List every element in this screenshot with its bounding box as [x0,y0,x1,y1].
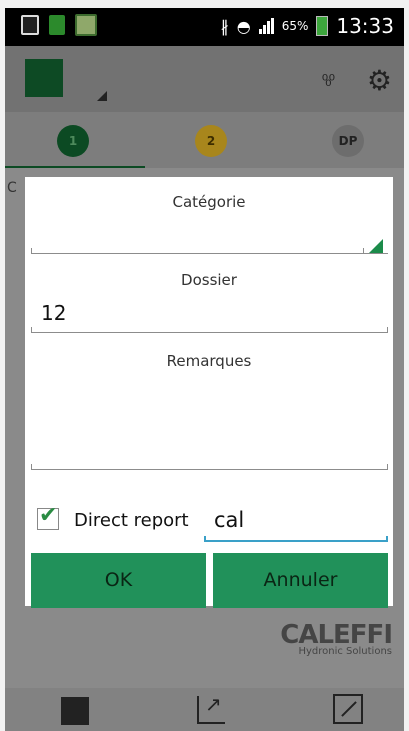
menu-caret-icon[interactable] [97,91,107,101]
remarks-label: Remarques [166,352,252,370]
screen-icon [21,15,39,35]
drops-icon[interactable]: ⁰₀⁰ [322,71,335,90]
screen: ∦ ◓ 65% 13:33 ⁰₀⁰ ⚙ 1 2 DP C CALEFFI Hyd… [5,8,404,731]
category-label: Catégorie [172,193,246,211]
spinner-arrow-icon[interactable] [369,239,383,253]
bluetooth-icon: ∦ [220,16,229,36]
resize-icon[interactable] [333,694,363,724]
app-logo-icon[interactable] [25,59,63,97]
search-input-value: cal [214,508,245,532]
app-notification-icon [75,14,97,36]
step-2[interactable]: 2 [195,125,227,157]
caleffi-logo: CALEFFI Hydronic Solutions [280,620,393,657]
step-dp[interactable]: DP [332,125,364,157]
battery-percent: 65% [281,19,309,33]
checkmark-icon: ✔ [39,503,58,528]
folder-label: Dossier [181,271,237,289]
stop-icon[interactable] [61,697,89,725]
search-input[interactable]: cal [204,504,388,542]
gear-icon[interactable]: ⚙ [367,64,392,97]
bottom-toolbar: ↗ [5,688,404,731]
status-bar: ∦ ◓ 65% 13:33 [5,8,404,46]
app-bar: ⁰₀⁰ ⚙ [5,46,404,112]
wifi-icon: ◓ [236,16,251,36]
direct-report-checkbox[interactable]: ✔ [37,503,59,530]
notification-icon [49,15,65,35]
clock: 13:33 [336,14,394,38]
step-tabs: 1 2 DP [5,112,404,168]
direct-report-label[interactable]: Direct report [74,510,189,531]
signal-icon [258,18,274,34]
step-1[interactable]: 1 [57,125,89,157]
report-dialog: Catégorie Dossier 12 Remarques ✔ Direct … [25,177,393,608]
battery-icon [316,16,329,36]
step-indicator [5,166,145,168]
background-label: C [7,180,17,196]
share-arrow-icon: ↗ [205,692,222,716]
ok-button[interactable]: OK [31,553,206,608]
cancel-button[interactable]: Annuler [213,553,388,608]
folder-input[interactable]: 12 [41,301,66,325]
